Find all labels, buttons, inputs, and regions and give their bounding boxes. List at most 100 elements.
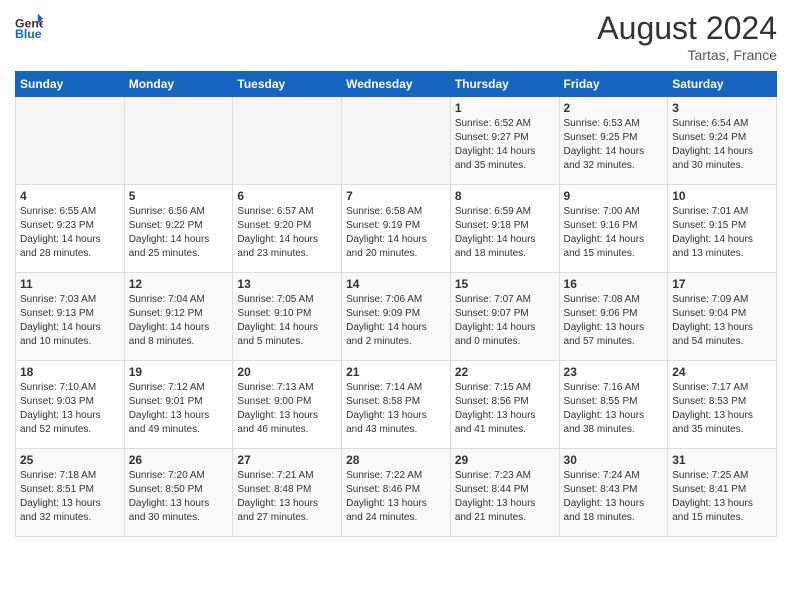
day-number: 28 <box>346 453 446 467</box>
calendar-day-cell: 3Sunrise: 6:54 AM Sunset: 9:24 PM Daylig… <box>668 97 777 185</box>
day-number: 21 <box>346 365 446 379</box>
day-info: Sunrise: 7:24 AM Sunset: 8:43 PM Dayligh… <box>564 469 664 525</box>
day-info: Sunrise: 7:05 AM Sunset: 9:10 PM Dayligh… <box>237 293 337 349</box>
day-number: 26 <box>129 453 229 467</box>
day-info: Sunrise: 7:15 AM Sunset: 8:56 PM Dayligh… <box>455 381 555 437</box>
day-info: Sunrise: 6:53 AM Sunset: 9:25 PM Dayligh… <box>564 117 664 173</box>
day-number: 2 <box>564 101 664 115</box>
calendar-day-cell: 26Sunrise: 7:20 AM Sunset: 8:50 PM Dayli… <box>124 449 233 537</box>
weekday-header: Friday <box>559 72 668 97</box>
day-number: 25 <box>20 453 120 467</box>
calendar-day-cell: 20 Sunrise: 7:13 AM Sunset: 9:00 PM Dayli… <box>233 361 342 449</box>
calendar-day-cell: 2 Sunrise: 6:53 AM Sunset: 9:25 PM Daylig… <box>559 97 668 185</box>
calendar-day-cell: 15Sunrise: 7:07 AM Sunset: 9:07 PM Dayli… <box>450 273 559 361</box>
calendar-day-cell: 21Sunrise: 7:14 AM Sunset: 8:58 PM Dayli… <box>342 361 451 449</box>
calendar-week-row: 4 Sunrise: 6:55 AM Sunset: 9:23 PM Daylig… <box>16 185 777 273</box>
calendar-day-cell: 14Sunrise: 7:06 AM Sunset: 9:09 PM Dayli… <box>342 273 451 361</box>
day-number: 1 <box>455 101 555 115</box>
day-info: Sunrise: 7:00 AM Sunset: 9:16 PM Dayligh… <box>564 205 664 261</box>
page-header: General Blue August 2024 Tartas, France <box>15 10 777 63</box>
calendar-day-cell: 16 Sunrise: 7:08 AM Sunset: 9:06 PM Dayli… <box>559 273 668 361</box>
calendar-week-row: 18Sunrise: 7:10 AM Sunset: 9:03 PM Dayli… <box>16 361 777 449</box>
day-info: Sunrise: 6:52 AM Sunset: 9:27 PM Dayligh… <box>455 117 555 173</box>
day-number: 13 <box>237 277 337 291</box>
day-number: 17 <box>672 277 772 291</box>
calendar-day-cell: 25 Sunrise: 7:18 AM Sunset: 8:51 PM Dayli… <box>16 449 125 537</box>
calendar-week-row: 1 Sunrise: 6:52 AM Sunset: 9:27 PM Daylig… <box>16 97 777 185</box>
svg-text:Blue: Blue <box>15 27 42 38</box>
month-year: August 2024 <box>597 10 777 47</box>
day-number: 7 <box>346 189 446 203</box>
day-info: Sunrise: 6:55 AM Sunset: 9:23 PM Dayligh… <box>20 205 120 261</box>
day-number: 8 <box>455 189 555 203</box>
day-number: 18 <box>20 365 120 379</box>
location: Tartas, France <box>597 47 777 63</box>
day-info: Sunrise: 7:18 AM Sunset: 8:51 PM Dayligh… <box>20 469 120 525</box>
day-info: Sunrise: 7:16 AM Sunset: 8:55 PM Dayligh… <box>564 381 664 437</box>
day-number: 24 <box>672 365 772 379</box>
calendar-day-cell: 4 Sunrise: 6:55 AM Sunset: 9:23 PM Daylig… <box>16 185 125 273</box>
day-info: Sunrise: 6:59 AM Sunset: 9:18 PM Dayligh… <box>455 205 555 261</box>
day-info: Sunrise: 7:13 AM Sunset: 9:00 PM Dayligh… <box>237 381 337 437</box>
calendar-day-cell <box>16 97 125 185</box>
calendar-day-cell: 1 Sunrise: 6:52 AM Sunset: 9:27 PM Daylig… <box>450 97 559 185</box>
day-info: Sunrise: 7:23 AM Sunset: 8:44 PM Dayligh… <box>455 469 555 525</box>
calendar-day-cell: 12Sunrise: 7:04 AM Sunset: 9:12 PM Dayli… <box>124 273 233 361</box>
calendar-day-cell: 28 Sunrise: 7:22 AM Sunset: 8:46 PM Dayli… <box>342 449 451 537</box>
day-number: 3 <box>672 101 772 115</box>
day-number: 16 <box>564 277 664 291</box>
calendar-day-cell <box>342 97 451 185</box>
day-info: Sunrise: 7:01 AM Sunset: 9:15 PM Dayligh… <box>672 205 772 261</box>
calendar-day-cell: 24Sunrise: 7:17 AM Sunset: 8:53 PM Dayli… <box>668 361 777 449</box>
calendar-day-cell: 27 Sunrise: 7:21 AM Sunset: 8:48 PM Dayli… <box>233 449 342 537</box>
calendar-week-row: 25 Sunrise: 7:18 AM Sunset: 8:51 PM Dayli… <box>16 449 777 537</box>
day-number: 27 <box>237 453 337 467</box>
calendar-table: SundayMondayTuesdayWednesdayThursdayFrid… <box>15 71 777 537</box>
calendar-day-cell: 19Sunrise: 7:12 AM Sunset: 9:01 PM Dayli… <box>124 361 233 449</box>
day-number: 6 <box>237 189 337 203</box>
calendar-day-cell: 7 Sunrise: 6:58 AM Sunset: 9:19 PM Daylig… <box>342 185 451 273</box>
day-number: 4 <box>20 189 120 203</box>
day-info: Sunrise: 6:58 AM Sunset: 9:19 PM Dayligh… <box>346 205 446 261</box>
day-number: 20 <box>237 365 337 379</box>
day-number: 29 <box>455 453 555 467</box>
calendar-day-cell: 18Sunrise: 7:10 AM Sunset: 9:03 PM Dayli… <box>16 361 125 449</box>
weekday-header: Wednesday <box>342 72 451 97</box>
day-number: 12 <box>129 277 229 291</box>
weekday-header: Sunday <box>16 72 125 97</box>
calendar-week-row: 11 Sunrise: 7:03 AM Sunset: 9:13 PM Dayli… <box>16 273 777 361</box>
calendar-day-cell <box>124 97 233 185</box>
day-number: 19 <box>129 365 229 379</box>
calendar-day-cell: 8 Sunrise: 6:59 AM Sunset: 9:18 PM Daylig… <box>450 185 559 273</box>
logo-icon: General Blue <box>15 10 43 38</box>
calendar-day-cell: 23 Sunrise: 7:16 AM Sunset: 8:55 PM Dayli… <box>559 361 668 449</box>
day-info: Sunrise: 7:03 AM Sunset: 9:13 PM Dayligh… <box>20 293 120 349</box>
day-info: Sunrise: 7:22 AM Sunset: 8:46 PM Dayligh… <box>346 469 446 525</box>
day-info: Sunrise: 7:07 AM Sunset: 9:07 PM Dayligh… <box>455 293 555 349</box>
day-info: Sunrise: 6:57 AM Sunset: 9:20 PM Dayligh… <box>237 205 337 261</box>
day-info: Sunrise: 7:08 AM Sunset: 9:06 PM Dayligh… <box>564 293 664 349</box>
calendar-day-cell: 30 Sunrise: 7:24 AM Sunset: 8:43 PM Dayli… <box>559 449 668 537</box>
day-number: 23 <box>564 365 664 379</box>
weekday-header: Monday <box>124 72 233 97</box>
day-info: Sunrise: 7:06 AM Sunset: 9:09 PM Dayligh… <box>346 293 446 349</box>
day-number: 9 <box>564 189 664 203</box>
calendar-day-cell <box>233 97 342 185</box>
calendar-day-cell: 13 Sunrise: 7:05 AM Sunset: 9:10 PM Dayli… <box>233 273 342 361</box>
calendar-day-cell: 5Sunrise: 6:56 AM Sunset: 9:22 PM Daylig… <box>124 185 233 273</box>
weekday-header: Tuesday <box>233 72 342 97</box>
title-block: August 2024 Tartas, France <box>597 10 777 63</box>
day-number: 22 <box>455 365 555 379</box>
logo: General Blue <box>15 10 43 38</box>
day-info: Sunrise: 7:25 AM Sunset: 8:41 PM Dayligh… <box>672 469 772 525</box>
calendar-day-cell: 10Sunrise: 7:01 AM Sunset: 9:15 PM Dayli… <box>668 185 777 273</box>
day-number: 11 <box>20 277 120 291</box>
calendar-day-cell: 11 Sunrise: 7:03 AM Sunset: 9:13 PM Dayli… <box>16 273 125 361</box>
calendar-day-cell: 31Sunrise: 7:25 AM Sunset: 8:41 PM Dayli… <box>668 449 777 537</box>
weekday-header: Saturday <box>668 72 777 97</box>
weekday-header: Thursday <box>450 72 559 97</box>
calendar-day-cell: 17Sunrise: 7:09 AM Sunset: 9:04 PM Dayli… <box>668 273 777 361</box>
day-info: Sunrise: 7:21 AM Sunset: 8:48 PM Dayligh… <box>237 469 337 525</box>
calendar-day-cell: 29 Sunrise: 7:23 AM Sunset: 8:44 PM Dayli… <box>450 449 559 537</box>
day-number: 30 <box>564 453 664 467</box>
